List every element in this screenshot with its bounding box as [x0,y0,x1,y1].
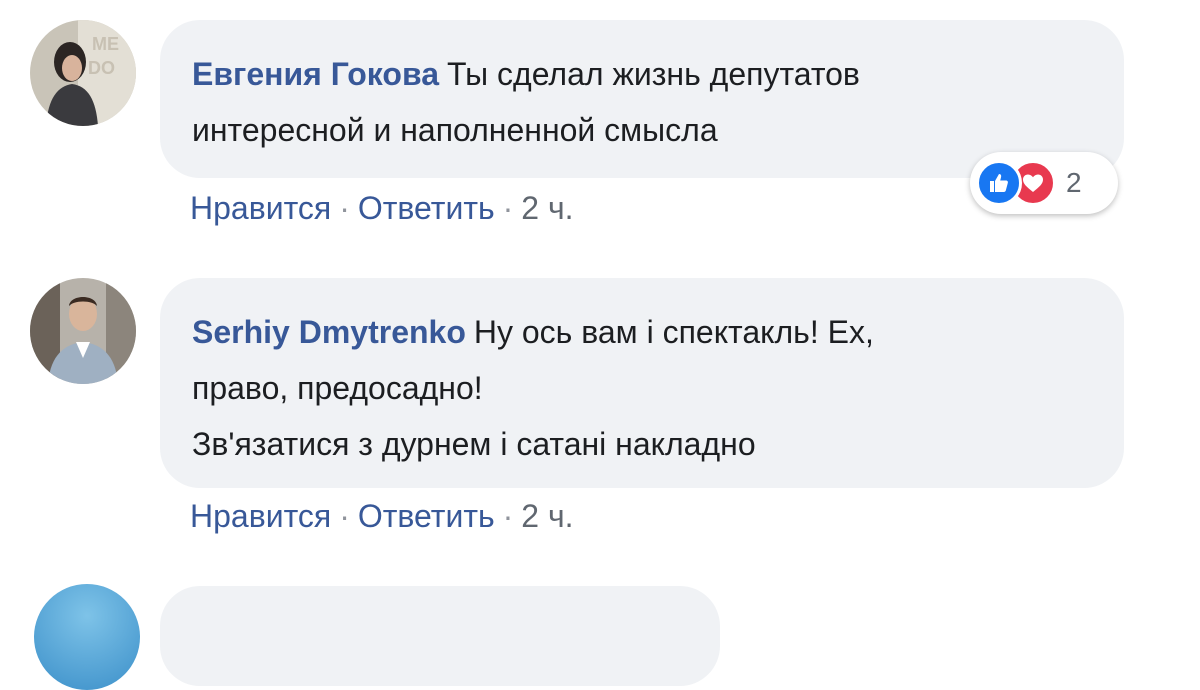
avatar[interactable] [30,278,136,384]
comment-timestamp[interactable]: 2 ч. [521,190,573,226]
comment-actions: Нравится · Ответить · 2 ч. [190,190,574,227]
separator: · [502,190,514,226]
avatar[interactable] [34,584,140,690]
comment-text-line: Зв'язатися з дурнем і сатані накладно [192,426,756,462]
separator: · [339,498,350,534]
like-link[interactable]: Нравится [190,498,331,534]
comment-text-line: интересной и наполненной смысла [192,112,718,148]
comment-text-line: право, предосадно! [192,370,483,406]
comment-bubble: Евгения Гокова Ты сделал жизнь депутатов … [160,20,1124,178]
like-link[interactable]: Нравится [190,190,331,226]
comment-text-line: Ты сделал жизнь депутатов [446,56,860,92]
comment-bubble: Serhiy Dmytrenko Ну ось вам і спектакль! … [160,278,1124,488]
svg-text:ME: ME [92,34,119,54]
reactions-summary[interactable]: 2 [970,152,1118,214]
svg-text:DO: DO [88,58,115,78]
comment-timestamp[interactable]: 2 ч. [521,498,573,534]
comment-bubble [160,586,720,686]
comment-text-line: Ну ось вам і спектакль! Ех, [473,314,874,350]
separator: · [339,190,350,226]
like-icon [976,160,1022,206]
avatar[interactable]: ME DO [30,20,136,126]
comment-author[interactable]: Евгения Гокова [192,56,439,92]
separator: · [502,498,514,534]
reply-link[interactable]: Ответить [358,190,495,226]
reply-link[interactable]: Ответить [358,498,495,534]
reaction-count: 2 [1066,167,1082,198]
comment-actions: Нравится · Ответить · 2 ч. [190,498,574,535]
comment-author[interactable]: Serhiy Dmytrenko [192,314,466,350]
